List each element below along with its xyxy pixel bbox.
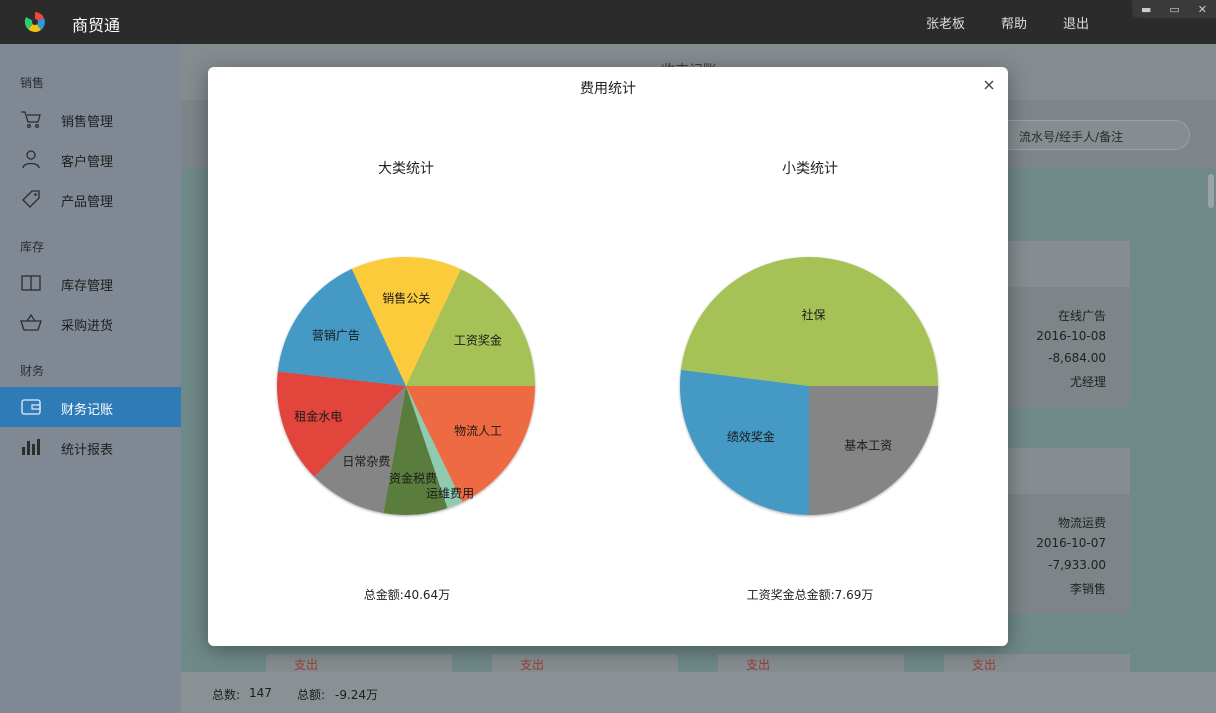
pie-slice-label: 物流人工 xyxy=(454,424,502,438)
sidebar-item-label: 产品管理 xyxy=(61,195,114,210)
record-card[interactable]: 支出 xyxy=(492,654,678,674)
sidebar-item-reports[interactable]: 统计报表 xyxy=(0,427,181,467)
record-card[interactable]: 支出 xyxy=(944,654,1130,674)
logout-link[interactable]: 退出 xyxy=(1063,13,1089,32)
wallet-icon xyxy=(21,399,41,415)
pie-slice-label: 销售公关 xyxy=(382,290,430,305)
pie-slice-label: 运维费用 xyxy=(426,486,474,500)
expense-stats-dialog: 费用统计 大类统计 小类统计 物流人工 运维费用 资金税费 日常杂费 租金水电 营销广告销… xyxy=(208,67,1008,646)
sidebar-item-bookkeeping[interactable]: 财务记账 xyxy=(0,387,181,427)
sidebar-item-label: 销售管理 xyxy=(61,115,114,130)
record-card[interactable]: 支出 xyxy=(718,654,904,674)
bar-chart-icon xyxy=(22,439,40,455)
tag-icon xyxy=(22,190,40,208)
pie-group xyxy=(680,257,938,515)
sidebar-item-inventory-management[interactable]: 库存管理 xyxy=(0,263,181,303)
app-logo-icon xyxy=(24,12,45,32)
maximize-icon[interactable]: ▭ xyxy=(1169,3,1179,16)
sidebar-item-label: 采购进货 xyxy=(61,319,114,334)
minimize-icon[interactable]: ▬ xyxy=(1141,3,1151,16)
user-icon xyxy=(22,150,40,169)
pie-slice-label: 工资奖金 xyxy=(454,332,502,347)
search-input[interactable]: 流水号/经手人/备注 xyxy=(996,120,1190,150)
sidebar: 销售 销售管理 客户管理 产品管理 库存 库存管理 采购进货 财务 财务记账 统… xyxy=(0,44,181,713)
sidebar-item-label: 客户管理 xyxy=(61,155,114,170)
sidebar-item-customer-management[interactable]: 客户管理 xyxy=(0,139,181,179)
sidebar-item-sales-management[interactable]: 销售管理 xyxy=(0,99,181,139)
pie-slice-label: 租金水电 xyxy=(294,408,342,423)
card-type: 支出 xyxy=(746,658,771,672)
chart-total-major: 总金额:40.64万 xyxy=(363,588,451,602)
sidebar-item-label: 财务记账 xyxy=(61,403,114,418)
card-type: 支出 xyxy=(520,658,545,672)
scrollbar-thumb[interactable] xyxy=(1208,174,1214,208)
card-date: 2016-10-07 xyxy=(1036,536,1106,550)
card-amount: -7,933.00 xyxy=(1048,558,1106,572)
sidebar-item-purchase[interactable]: 采购进货 xyxy=(0,303,181,343)
pie-slice-label: 社保 xyxy=(801,307,825,322)
card-amount: -8,684.00 xyxy=(1048,351,1106,365)
card-category: 在线广告 xyxy=(1057,309,1106,323)
sidebar-item-label: 库存管理 xyxy=(61,279,114,294)
sidebar-section-sales: 销售 xyxy=(20,76,45,90)
window-close-icon[interactable]: ✕ xyxy=(1198,3,1207,16)
sidebar-item-product-management[interactable]: 产品管理 xyxy=(0,179,181,219)
pie-slice-label: 营销广告 xyxy=(312,328,360,342)
pie-slice-label: 资金税费 xyxy=(389,471,437,486)
sidebar-section-inventory: 库存 xyxy=(20,240,45,254)
app-title: 商贸通 xyxy=(72,16,121,35)
sidebar-item-label: 统计报表 xyxy=(61,443,114,458)
window-controls: ▬ ▭ ✕ xyxy=(1132,0,1216,18)
sum-value: -9.24万 xyxy=(335,688,379,702)
sum-label: 总额: xyxy=(297,688,326,702)
basket-icon xyxy=(20,313,42,331)
user-menu[interactable]: 张老板 xyxy=(926,13,965,32)
cart-icon xyxy=(21,111,41,129)
card-handler: 李销售 xyxy=(1069,582,1106,596)
status-bar: 总数: 147 总额: -9.24万 xyxy=(181,672,1216,713)
record-card[interactable]: 支出 xyxy=(266,654,452,674)
count-label: 总数: xyxy=(212,688,241,702)
card-type: 支出 xyxy=(294,658,319,672)
chart-total-minor: 工资奖金总金额:7.69万 xyxy=(746,588,874,602)
card-date: 2016-10-08 xyxy=(1036,329,1106,343)
card-category: 物流运费 xyxy=(1057,516,1106,530)
pie-charts: 物流人工运维费用资金税费 日常杂费 租金水电 营销广告 销售公关工资奖金基本工资 绩效奖金… xyxy=(277,257,938,515)
title-bar: 商贸通 张老板 帮助 退出 ▬ ▭ ✕ xyxy=(0,0,1216,44)
help-link[interactable]: 帮助 xyxy=(1001,13,1027,32)
card-type: 支出 xyxy=(972,658,997,672)
book-icon xyxy=(21,275,41,291)
pie-slice-label: 基本工资 xyxy=(844,438,892,452)
pie-slice-label: 绩效奖金 xyxy=(727,429,775,444)
count-value: 147 xyxy=(249,686,272,700)
sidebar-section-finance: 财务 xyxy=(20,364,45,378)
pie-slice-label: 日常杂费 xyxy=(342,454,390,468)
card-handler: 尤经理 xyxy=(1069,375,1106,389)
